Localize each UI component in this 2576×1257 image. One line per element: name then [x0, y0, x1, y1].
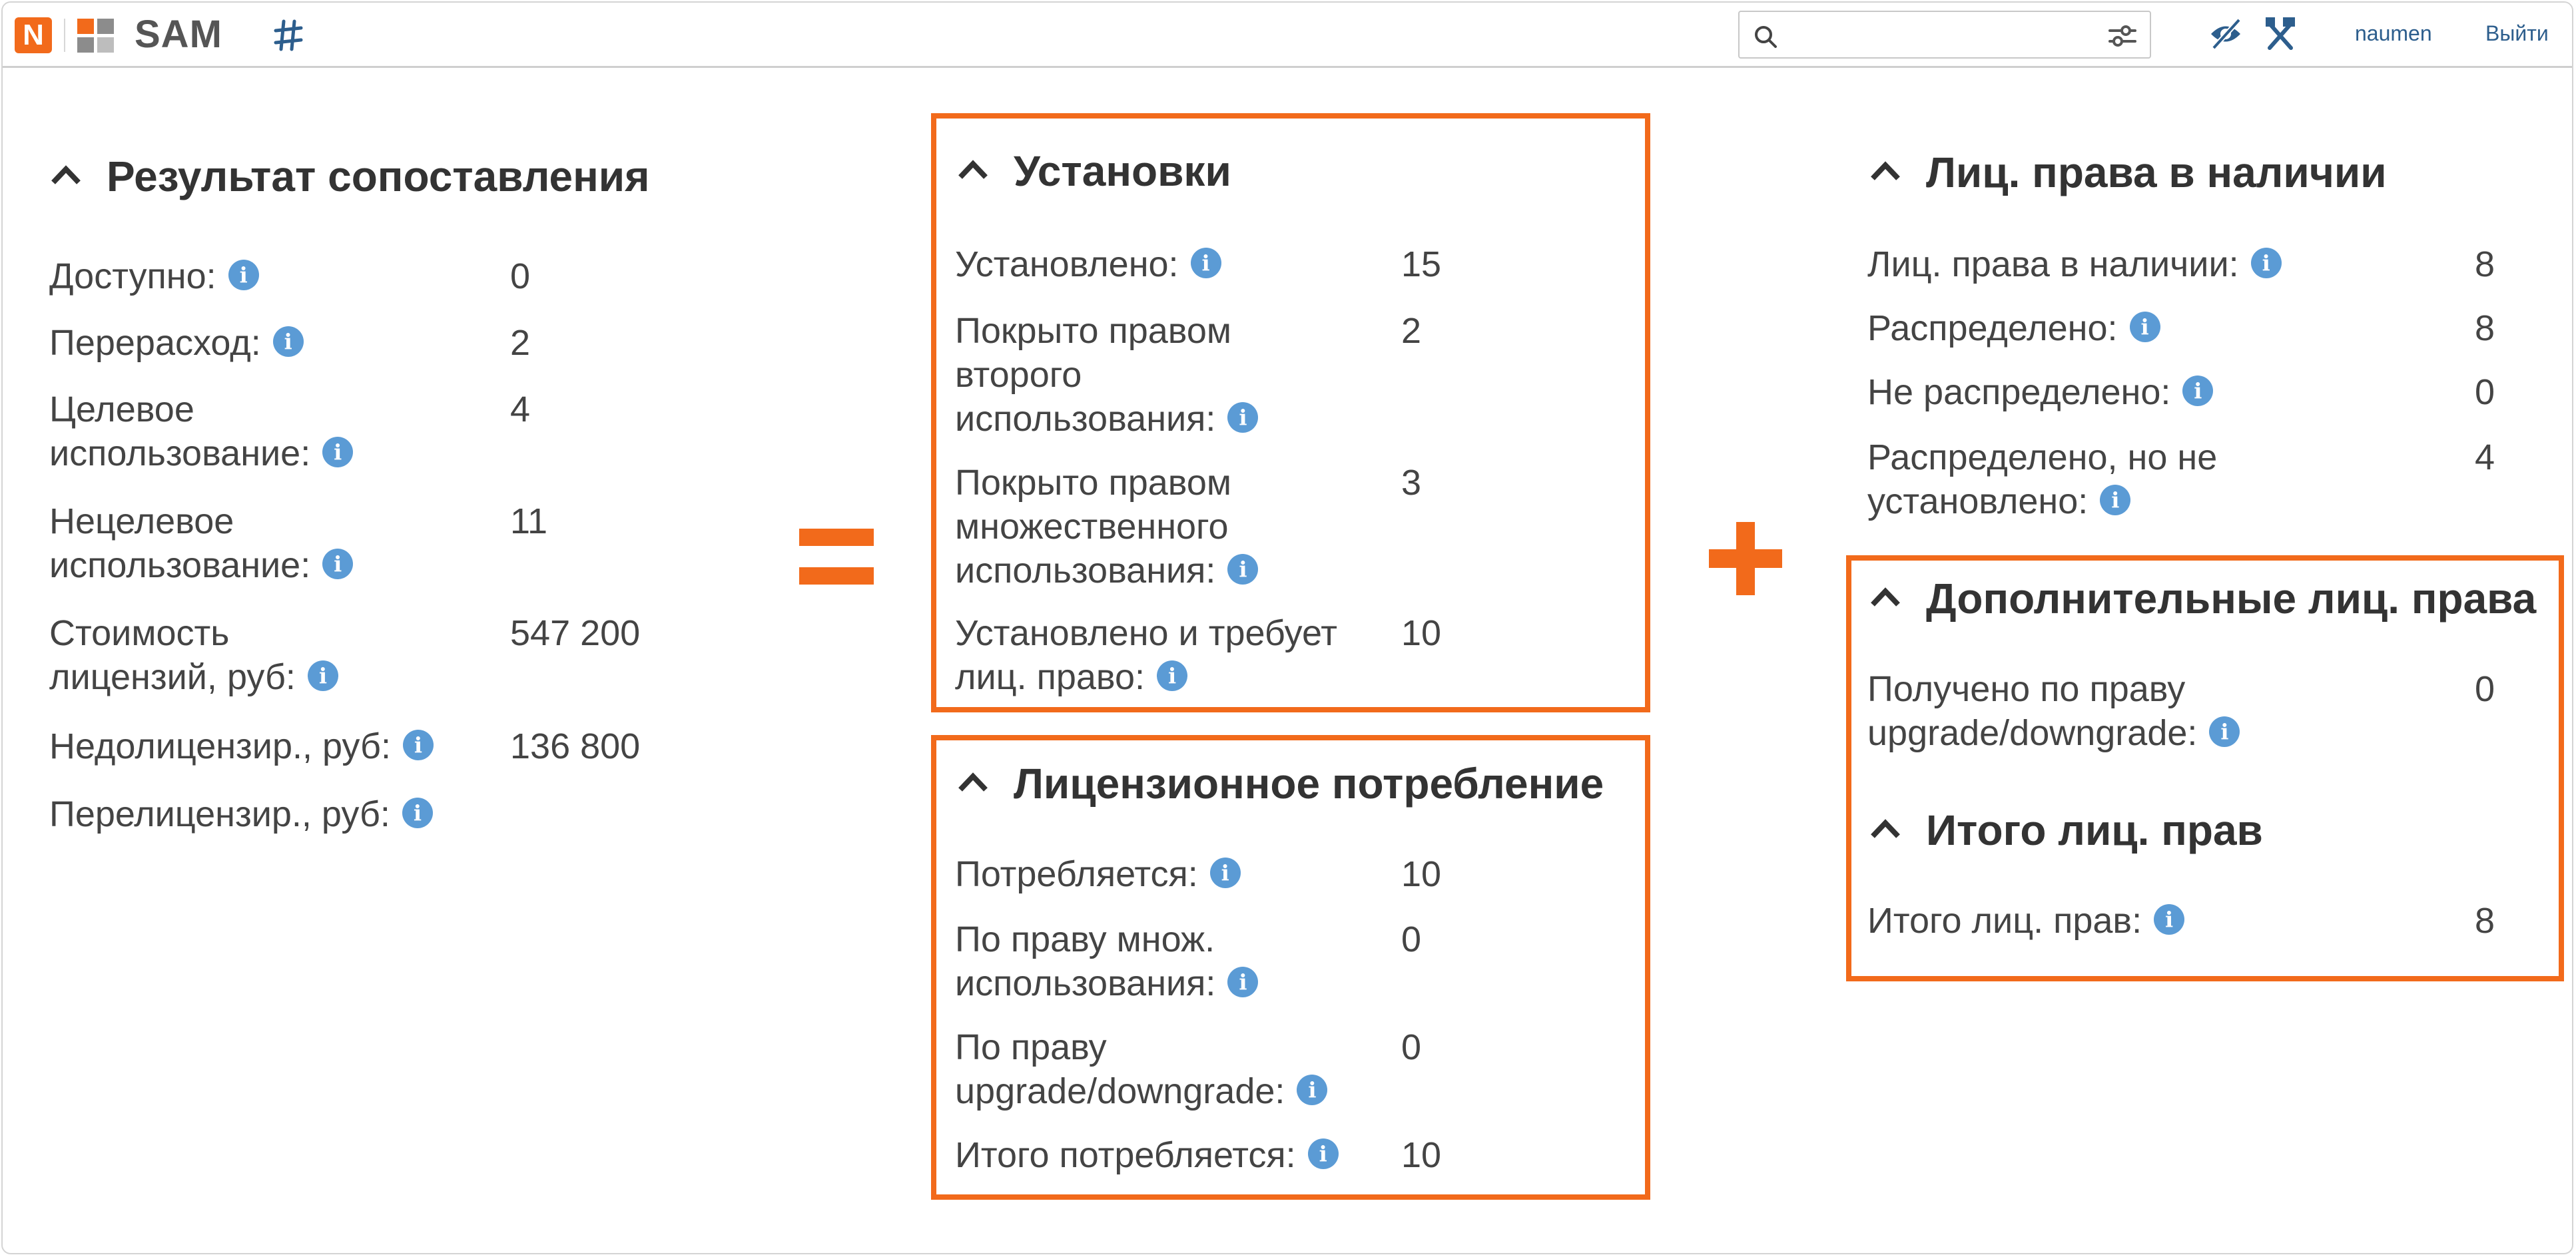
result-label-available: Доступно: i — [49, 254, 259, 298]
chevron-up-icon[interactable] — [1869, 583, 1902, 610]
consumption-label-multi-use: По праву множ. использования: i — [955, 917, 1301, 1005]
info-icon[interactable]: i — [1297, 1074, 1328, 1105]
result-section-title[interactable]: Результат сопоставления — [49, 152, 649, 201]
filter-icon[interactable] — [2107, 23, 2138, 49]
info-icon[interactable]: i — [2209, 716, 2240, 747]
top-bar: N SAM naumen Выйти — [3, 3, 2572, 68]
search-icon[interactable] — [1753, 24, 1779, 51]
result-label-overuse: Перерасход: i — [49, 321, 304, 365]
result-label-license-cost: Стоимость лицензий, руб: i — [49, 611, 396, 699]
available-label-in-stock: Лиц. права в наличии: i — [1867, 242, 2282, 286]
installs-label-second-use: Покрыто правом второго использования: i — [955, 309, 1301, 441]
tools-icon[interactable] — [2263, 15, 2298, 53]
available-value-distributed: 8 — [2475, 308, 2495, 348]
divider — [64, 19, 65, 52]
total-section-title[interactable]: Итого лиц. прав — [1869, 806, 2263, 855]
section-title-text: Результат сопоставления — [107, 152, 650, 200]
app-title[interactable]: SAM — [135, 12, 222, 57]
info-icon[interactable]: i — [2250, 247, 2282, 278]
section-title-text: Лицензионное потребление — [1014, 760, 1604, 808]
consumption-value-multi-use: 0 — [1401, 919, 1422, 959]
info-icon[interactable]: i — [1227, 553, 1259, 585]
result-value-target-use: 4 — [510, 389, 531, 429]
info-icon[interactable]: i — [1227, 401, 1259, 433]
logout-link[interactable]: Выйти — [2485, 21, 2549, 46]
available-label-not-installed: Распределено, но не установлено: i — [1867, 437, 2218, 521]
info-icon[interactable]: i — [2154, 903, 2185, 935]
result-label-underlicensed: Недолицензир., руб: i — [49, 724, 434, 768]
info-icon[interactable]: i — [1190, 247, 1221, 278]
consumption-label-total: Итого потребляется: i — [955, 1133, 1339, 1177]
additional-label-upgrade: Получено по праву upgrade/downgrade: i — [1867, 667, 2267, 755]
plus-sign — [1709, 522, 1782, 595]
user-link[interactable]: naumen — [2355, 21, 2432, 46]
search-input[interactable] — [1791, 19, 2087, 52]
info-icon[interactable]: i — [2129, 311, 2160, 342]
chevron-up-icon[interactable] — [956, 768, 990, 795]
installs-label-installed: Установлено: i — [955, 242, 1221, 286]
available-value-in-stock: 8 — [2475, 244, 2495, 284]
hash-icon[interactable] — [272, 17, 305, 53]
available-value-not-distributed: 0 — [2475, 372, 2495, 412]
consumption-title-clip: Лицензионное потребление — [956, 752, 1618, 812]
chevron-up-icon[interactable] — [1869, 815, 1902, 842]
available-section-title[interactable]: Лиц. права в наличии — [1869, 148, 2387, 197]
result-label-nontarget-use: Нецелевое использование: i — [49, 499, 449, 587]
chevron-up-icon[interactable] — [956, 156, 990, 182]
info-icon[interactable]: i — [1307, 1138, 1339, 1169]
installs-value-installed: 15 — [1401, 244, 1442, 284]
result-value-license-cost: 547 200 — [510, 613, 641, 653]
info-icon[interactable]: i — [402, 797, 433, 828]
naumen-logo[interactable]: N — [15, 17, 52, 53]
section-title-text: Дополнительные лиц. права — [1926, 575, 2537, 623]
installs-section-title[interactable]: Установки — [956, 146, 1231, 196]
info-icon[interactable]: i — [272, 326, 304, 357]
consumption-label-consumed: Потребляется: i — [955, 852, 1241, 896]
installs-value-multi-use: 3 — [1401, 463, 1422, 503]
result-value-available: 0 — [510, 256, 531, 296]
section-title-text: Итого лиц. прав — [1926, 806, 2263, 854]
section-title-text: Лиц. права в наличии — [1926, 148, 2387, 196]
info-icon[interactable]: i — [1227, 966, 1259, 997]
available-value-not-installed: 4 — [2475, 437, 2495, 477]
info-icon[interactable]: i — [2100, 484, 2131, 515]
chevron-up-icon[interactable] — [49, 161, 83, 188]
info-icon[interactable]: i — [228, 259, 259, 290]
app-frame: N SAM naumen Выйти Результат сопоставлен… — [1, 1, 2573, 1254]
result-value-underlicensed: 136 800 — [510, 726, 641, 766]
additional-title-clip: Дополнительные лиц. права — [1869, 566, 2555, 630]
additional-value-upgrade: 0 — [2475, 669, 2495, 709]
result-label-target-use: Целевое использование: i — [49, 387, 449, 475]
available-label-not-distributed: Не распределено: i — [1867, 370, 2214, 414]
info-icon[interactable]: i — [1209, 857, 1241, 888]
installs-value-second-use: 2 — [1401, 311, 1422, 351]
section-title-text: Установки — [1014, 147, 1231, 195]
installs-label-multi-use: Покрыто правом множественного использова… — [955, 461, 1301, 593]
result-label-overlicensed: Перелицензир., руб: i — [49, 792, 433, 836]
total-value: 8 — [2475, 901, 2495, 941]
info-icon[interactable]: i — [322, 436, 354, 467]
consumption-label-upgrade: По праву upgrade/downgrade: i — [955, 1025, 1368, 1113]
consumption-section-title[interactable]: Лицензионное потребление — [956, 759, 1604, 808]
consumption-value-total: 10 — [1401, 1135, 1442, 1175]
info-icon[interactable]: i — [2182, 375, 2214, 406]
info-icon[interactable]: i — [307, 660, 338, 691]
available-label-distributed: Распределено: i — [1867, 306, 2160, 350]
result-value-overuse: 2 — [510, 323, 531, 363]
additional-section-title[interactable]: Дополнительные лиц. права — [1869, 574, 2536, 623]
installs-label-requires-license: Установлено и требует лиц. право: i — [955, 613, 1338, 697]
chevron-up-icon[interactable] — [1869, 157, 1902, 184]
info-icon[interactable]: i — [402, 729, 434, 760]
installs-value-requires-license: 10 — [1401, 613, 1442, 653]
info-icon[interactable]: i — [1157, 660, 1188, 691]
info-icon[interactable]: i — [322, 548, 354, 579]
consumption-value-upgrade: 0 — [1401, 1027, 1422, 1067]
result-value-nontarget-use: 11 — [510, 501, 548, 541]
sam-logo-icon — [77, 19, 115, 53]
consumption-value-consumed: 10 — [1401, 854, 1442, 894]
total-label: Итого лиц. прав: i — [1867, 899, 2185, 943]
equals-sign — [799, 529, 874, 585]
search-field[interactable] — [1738, 11, 2151, 59]
eye-off-icon[interactable] — [2208, 15, 2243, 53]
